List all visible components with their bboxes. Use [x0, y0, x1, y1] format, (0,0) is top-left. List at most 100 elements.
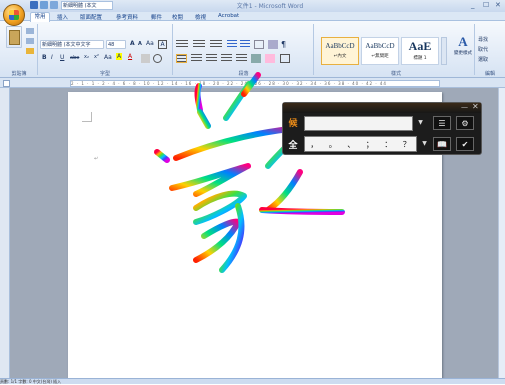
change-styles-label: 變更樣式 — [454, 51, 472, 56]
replace-button[interactable]: 取代 — [478, 46, 488, 53]
ime-symbol[interactable]: ？ — [403, 139, 411, 150]
font-name-select[interactable]: 新細明體 (本文中文字 — [40, 40, 104, 49]
ime-close-icon[interactable]: ✕ — [472, 102, 479, 111]
tab-review[interactable]: 校閱 — [172, 13, 183, 21]
redo-icon[interactable] — [50, 1, 58, 9]
line-spacing-icon[interactable] — [251, 54, 261, 63]
ime-pen-button[interactable]: ✔ — [456, 137, 474, 151]
superscript-button[interactable]: x² — [94, 54, 99, 60]
office-button[interactable] — [3, 4, 25, 26]
ime-symbol[interactable]: ： — [384, 139, 392, 150]
font-group-label: 字型 — [99, 71, 110, 77]
ime-minimize-icon[interactable]: — — [461, 103, 468, 111]
clipboard-icon — [8, 30, 20, 45]
ime-symbol[interactable]: 、 — [347, 139, 355, 150]
multilevel-list-icon[interactable] — [210, 40, 222, 49]
ime-fullwidth-label: 全 — [288, 141, 298, 151]
borders-icon[interactable] — [280, 54, 290, 63]
ime-symbol[interactable]: ； — [366, 139, 374, 150]
style-heading-1[interactable]: AaE 標題 1 — [401, 37, 439, 65]
numbering-icon[interactable] — [193, 40, 205, 49]
decrease-indent-icon[interactable] — [227, 40, 237, 49]
style-sample: AaBbCcD — [325, 42, 355, 50]
status-bar: 頁數: 1/1 字數: 0 中文(台灣) 插入 — [0, 378, 505, 384]
ime-keyboard-button[interactable]: ☰ — [433, 116, 451, 130]
horizontal-ruler[interactable]: 2 · 1 · 1 · 2 · 4 · 6 · 8 · 10 · 12 · 14… — [70, 80, 440, 87]
tab-view[interactable]: 檢視 — [195, 13, 206, 21]
ime-dropdown-icon[interactable]: ▼ — [420, 140, 429, 147]
style-sample: AaBbCcD — [365, 42, 395, 50]
char-border-icon[interactable]: A — [158, 40, 167, 49]
tab-references[interactable]: 參考資料 — [116, 13, 138, 21]
font-color-button[interactable]: A — [128, 53, 132, 60]
cut-icon[interactable] — [26, 28, 34, 34]
minimize-button[interactable]: _ — [471, 1, 475, 9]
ime-settings-button[interactable]: ⚙ — [456, 116, 474, 130]
ime-panel[interactable]: — ✕ 候 ▼ ☰ ⚙ 全 ， 。 、 ； ： ？ ▼ 📖 ✔ — [282, 102, 482, 155]
change-case-button[interactable]: Aa — [104, 54, 112, 61]
group-separator — [313, 24, 314, 75]
bold-button[interactable]: B — [42, 54, 47, 61]
font-size-select[interactable]: 48 — [106, 40, 126, 49]
style-normal[interactable]: AaBbCcD ↵內文 — [321, 37, 359, 65]
vertical-scrollbar[interactable] — [498, 88, 505, 379]
justify-icon[interactable] — [221, 54, 232, 63]
grow-font-icon[interactable]: A — [130, 40, 135, 47]
ime-dictionary-button[interactable]: 📖 — [433, 137, 451, 151]
group-separator — [37, 24, 38, 75]
underline-button[interactable]: U — [60, 54, 64, 61]
tab-acrobat[interactable]: Acrobat — [218, 13, 239, 19]
styles-scroll[interactable] — [441, 37, 447, 65]
highlight-button[interactable]: A — [116, 53, 123, 60]
tab-mailings[interactable]: 郵件 — [151, 13, 162, 21]
increase-indent-icon[interactable] — [240, 40, 250, 49]
change-styles-button[interactable]: A 變更樣式 — [452, 34, 474, 66]
format-painter-icon[interactable] — [26, 48, 34, 54]
paste-button[interactable] — [6, 26, 22, 48]
ime-header[interactable] — [283, 103, 481, 113]
style-name: 標題 1 — [413, 56, 427, 61]
ribbon-tabs — [0, 12, 505, 21]
ime-symbol[interactable]: 。 — [329, 139, 337, 150]
sort-icon[interactable] — [268, 40, 278, 49]
align-left-icon[interactable] — [176, 54, 187, 63]
office-logo-icon — [9, 10, 19, 20]
align-right-icon[interactable] — [206, 54, 217, 63]
tab-selector[interactable] — [3, 80, 10, 87]
asian-layout-icon[interactable] — [254, 40, 264, 49]
style-name: ↵內文 — [333, 54, 347, 59]
strikethrough-button[interactable]: abe — [70, 55, 79, 61]
select-button[interactable]: 選取 — [478, 56, 488, 63]
char-shading-icon[interactable] — [141, 54, 150, 63]
shading-icon[interactable] — [265, 54, 275, 63]
tab-home[interactable]: 常用 — [30, 12, 50, 22]
tab-page-layout[interactable]: 版面配置 — [80, 13, 102, 21]
find-button[interactable]: 尋找 — [478, 36, 488, 43]
copy-icon[interactable] — [26, 38, 34, 44]
ime-dropdown-icon[interactable]: ▼ — [416, 119, 425, 126]
ime-symbol-row[interactable]: ， 。 、 ； ： ？ — [304, 136, 417, 152]
italic-button[interactable]: I — [51, 54, 53, 61]
bullets-icon[interactable] — [176, 40, 188, 49]
save-icon[interactable] — [30, 1, 38, 9]
maximize-button[interactable]: ☐ — [483, 1, 489, 9]
group-separator — [172, 24, 173, 75]
style-no-spacing[interactable]: AaBbCcD ↵無間距 — [361, 37, 399, 65]
enclose-char-icon[interactable] — [153, 54, 162, 63]
tab-insert[interactable]: 插入 — [57, 13, 68, 21]
align-center-icon[interactable] — [191, 54, 202, 63]
vertical-ruler[interactable] — [0, 88, 10, 379]
styles-group-label: 樣式 — [390, 71, 401, 77]
show-marks-icon[interactable]: ¶ — [281, 40, 286, 49]
close-button[interactable]: ✕ — [495, 1, 501, 9]
shrink-font-icon[interactable]: A — [138, 41, 142, 47]
style-sample: AaE — [408, 39, 432, 53]
distributed-icon[interactable] — [236, 54, 247, 63]
subscript-button[interactable]: x₂ — [84, 54, 89, 60]
ime-symbol[interactable]: ， — [310, 139, 318, 150]
undo-icon[interactable] — [40, 1, 48, 9]
ime-input[interactable] — [304, 116, 413, 131]
qat-font-box[interactable]: 新細明體 (本文 — [61, 1, 113, 10]
margin-corner-mark — [82, 112, 92, 122]
clear-format-icon[interactable]: Aa — [146, 40, 154, 47]
